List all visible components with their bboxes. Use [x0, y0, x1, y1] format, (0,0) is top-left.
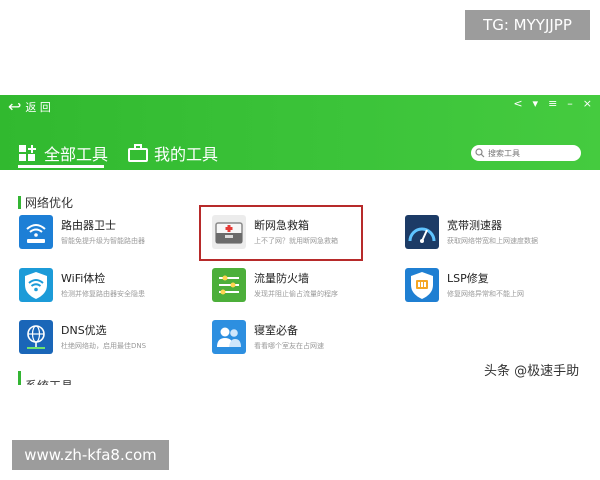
search-box[interactable] — [471, 145, 581, 161]
wifi-shield-icon — [19, 268, 53, 302]
minimize-icon[interactable]: – — [567, 97, 573, 110]
menu-icon[interactable]: ≡ — [548, 97, 557, 110]
active-tab-indicator — [18, 165, 104, 168]
tool-desc: 修复网络异常和不能上网 — [447, 290, 524, 298]
speedometer-icon — [405, 215, 439, 249]
section-system-title: 系统工具 — [25, 377, 73, 385]
tool-name: LSP修复 — [447, 272, 489, 285]
tab-my-tools-label: 我的工具 — [154, 145, 219, 164]
section-marker — [18, 196, 21, 209]
tool-router-guard[interactable]: 路由器卫士 智能免提升级为智能路由器 — [19, 215, 204, 253]
tool-list: 网络优化 路由器卫士 智能免提升级为智能路由器 断网急救箱 上不了网？就用断网急… — [0, 170, 600, 385]
section-system: 系统工具 — [18, 371, 73, 385]
window-controls: < ▾ ≡ – × — [513, 97, 592, 110]
tab-my-tools[interactable]: 我的工具 — [128, 141, 218, 165]
tool-desc: 看看哪个室友在占网速 — [254, 342, 324, 350]
dorm-users-icon — [212, 320, 246, 354]
tool-dorm-essential[interactable]: 寝室必备 看看哪个室友在占网速 — [212, 320, 397, 358]
back-button[interactable]: ↩ 返 回 — [8, 99, 51, 115]
tool-desc: 发现并阻止偷占流量的程序 — [254, 290, 338, 298]
tool-name: 宽带测速器 — [447, 219, 502, 232]
section-network-title: 网络优化 — [25, 196, 74, 210]
tool-wifi-check[interactable]: WiFi体检 检测并修复路由器安全隐患 — [19, 268, 204, 306]
tool-desc: 智能免提升级为智能路由器 — [61, 237, 145, 245]
lsp-repair-icon — [405, 268, 439, 302]
search-input[interactable] — [485, 146, 576, 160]
search-icon — [475, 148, 485, 158]
tool-name: 路由器卫士 — [61, 219, 116, 232]
tool-name: 寝室必备 — [254, 324, 298, 337]
tool-traffic-firewall[interactable]: 流量防火墙 发现并阻止偷占流量的程序 — [212, 268, 397, 306]
back-label: 返 回 — [25, 101, 51, 114]
back-arrow-icon: ↩ — [8, 97, 22, 116]
tool-desc: 检测并修复路由器安全隐患 — [61, 290, 145, 298]
tool-name: 流量防火墙 — [254, 272, 309, 285]
close-icon[interactable]: × — [583, 97, 592, 110]
tab-all-tools[interactable]: 全部工具 — [18, 141, 108, 165]
tool-desc: 杜绝网络劫，启用最佳DNS — [61, 342, 147, 350]
tab-all-tools-label: 全部工具 — [44, 145, 109, 164]
tool-desc: 获取网络带宽和上网速度数据 — [447, 237, 538, 245]
watermark-top: TG: MYYJJPP — [465, 10, 590, 40]
source-caption: 头条 @极速手助 — [484, 364, 580, 379]
header-bar: ↩ 返 回 < ▾ ≡ – × 全部工具 我的工具 搜索工具 — [0, 95, 600, 170]
tool-name: DNS优选 — [61, 324, 107, 337]
wifi-router-icon — [19, 215, 53, 249]
share-icon[interactable]: < — [513, 97, 522, 110]
tool-lsp-repair[interactable]: LSP修复 修复网络异常和不能上网 — [405, 268, 590, 306]
grid-plus-icon — [19, 145, 36, 161]
briefcase-icon — [128, 144, 148, 162]
dns-globe-icon — [19, 320, 53, 354]
section-marker — [18, 371, 21, 385]
skin-icon[interactable]: ▾ — [533, 97, 539, 110]
tool-name: WiFi体检 — [61, 272, 106, 285]
tool-bandwidth-test[interactable]: 宽带测速器 获取网络带宽和上网速度数据 — [405, 215, 590, 253]
tool-dns-optimize[interactable]: DNS优选 杜绝网络劫，启用最佳DNS — [19, 320, 204, 358]
watermark-bottom: www.zh-kfa8.com — [12, 440, 169, 470]
section-network: 网络优化 — [18, 194, 73, 211]
highlight-box — [199, 205, 363, 261]
firewall-icon — [212, 268, 246, 302]
